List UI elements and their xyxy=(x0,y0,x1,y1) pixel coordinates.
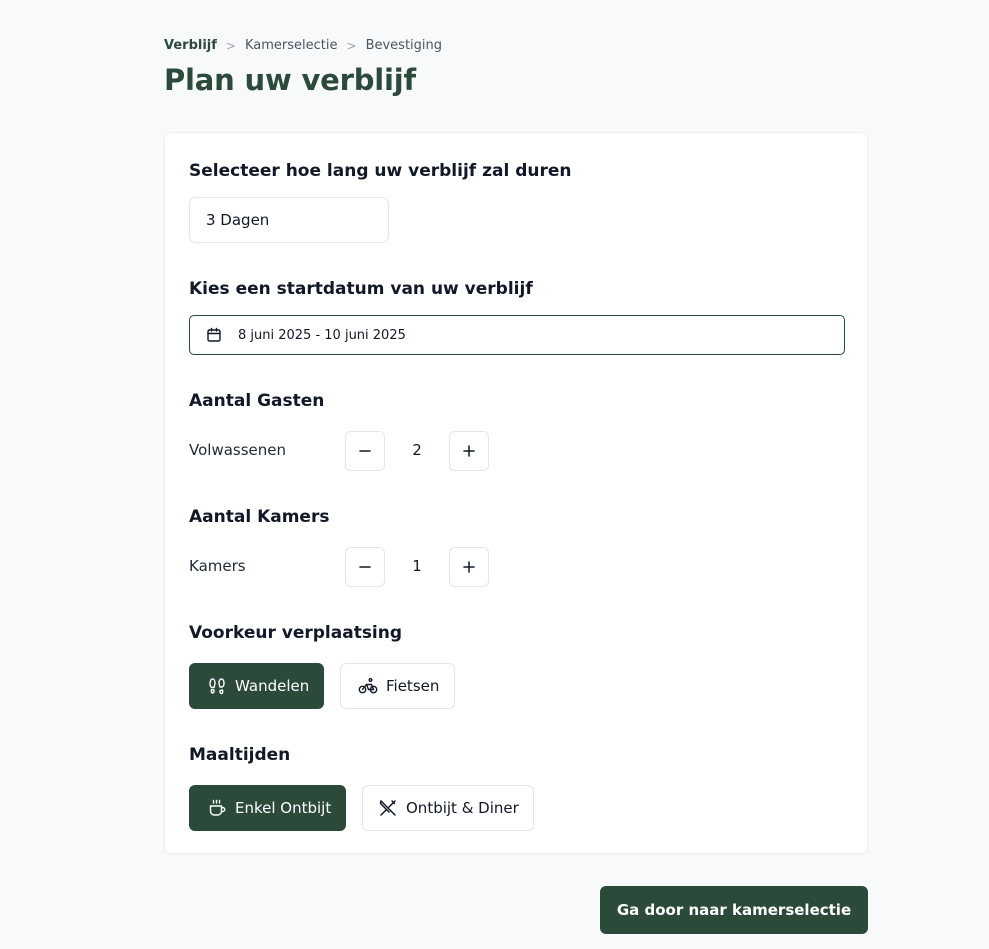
page-title: Plan uw verblijf xyxy=(164,63,416,97)
transport-option-cycling[interactable]: Fietsen xyxy=(340,663,455,709)
minus-icon xyxy=(359,450,371,452)
breadcrumb-item-bevestiging[interactable]: Bevestiging xyxy=(366,38,442,53)
transport-option-label: Wandelen xyxy=(235,677,310,695)
adults-increment-button[interactable] xyxy=(449,431,489,471)
plus-icon xyxy=(463,445,475,457)
adults-label: Volwassenen xyxy=(189,441,287,459)
meal-option-breakfast-only[interactable]: Enkel Ontbijt xyxy=(189,785,346,831)
booking-form-card: Selecteer hoe lang uw verblijf zal duren… xyxy=(164,132,868,854)
duration-value: 3 Dagen xyxy=(206,211,270,229)
breadcrumb-separator: > xyxy=(346,38,357,53)
coffee-cup-icon xyxy=(207,798,227,818)
breadcrumb-item-kamerselectie[interactable]: Kamerselectie xyxy=(245,38,338,53)
meals-section-title: Maaltijden xyxy=(189,745,291,765)
date-range-value: 8 juni 2025 - 10 juni 2025 xyxy=(238,327,406,343)
meal-option-breakfast-dinner[interactable]: Ontbijt & Diner xyxy=(362,785,534,831)
meal-option-label: Ontbijt & Diner xyxy=(406,799,519,817)
rooms-section-title: Aantal Kamers xyxy=(189,507,330,527)
adults-decrement-button[interactable] xyxy=(345,431,385,471)
transport-option-walking[interactable]: Wandelen xyxy=(189,663,324,709)
calendar-icon xyxy=(206,327,222,343)
rooms-label: Kamers xyxy=(189,557,246,575)
breadcrumb-separator: > xyxy=(225,38,236,53)
breadcrumb: Verblijf > Kamerselectie > Bevestiging xyxy=(164,38,442,53)
minus-icon xyxy=(359,566,371,568)
duration-select[interactable]: 3 Dagen xyxy=(189,197,389,243)
rooms-decrement-button[interactable] xyxy=(345,547,385,587)
adults-count: 2 xyxy=(412,441,422,459)
transport-section-title: Voorkeur verplaatsing xyxy=(189,623,403,643)
utensils-crossed-icon xyxy=(378,798,398,818)
start-date-section-title: Kies een startdatum van uw verblijf xyxy=(189,279,533,299)
transport-option-label: Fietsen xyxy=(386,677,440,695)
rooms-count: 1 xyxy=(412,557,422,575)
date-range-picker[interactable]: 8 juni 2025 - 10 juni 2025 xyxy=(189,315,845,355)
continue-to-room-selection-button[interactable]: Ga door naar kamerselectie xyxy=(600,886,868,934)
meal-option-label: Enkel Ontbijt xyxy=(235,799,332,817)
bicycle-icon xyxy=(358,676,378,696)
footprints-icon xyxy=(207,676,227,696)
guests-section-title: Aantal Gasten xyxy=(189,391,325,411)
duration-section-title: Selecteer hoe lang uw verblijf zal duren xyxy=(189,161,572,181)
breadcrumb-item-verblijf[interactable]: Verblijf xyxy=(164,38,217,53)
plus-icon xyxy=(463,561,475,573)
rooms-increment-button[interactable] xyxy=(449,547,489,587)
